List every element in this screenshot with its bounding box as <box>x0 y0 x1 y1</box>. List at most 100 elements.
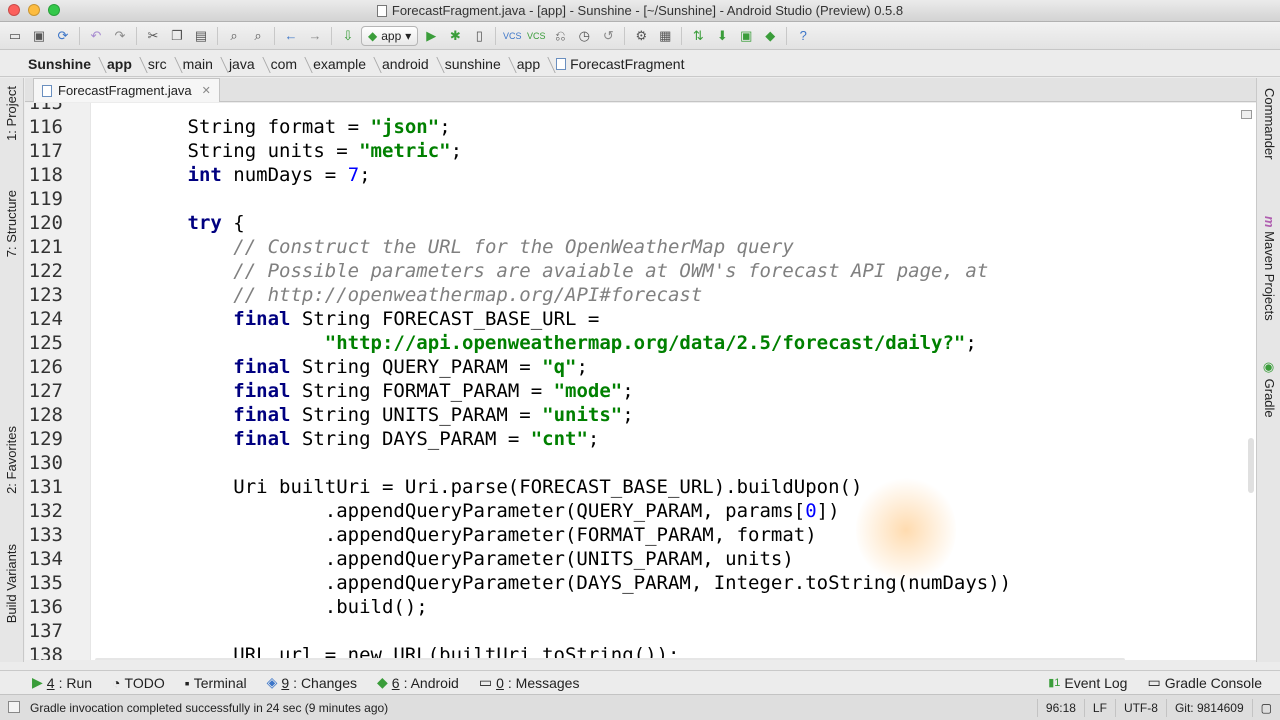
code-text[interactable]: int numDays = 7; <box>96 163 371 187</box>
back-icon[interactable]: ← <box>280 25 302 47</box>
code-line[interactable]: 126 final String QUERY_PARAM = "q"; <box>25 355 1256 379</box>
tab-build-variants[interactable]: Build Variants <box>4 544 19 623</box>
breadcrumb-item[interactable]: src <box>140 56 175 72</box>
vcs-branch[interactable]: Git: 9814609 <box>1165 699 1252 717</box>
code-line[interactable]: 137 <box>25 619 1256 643</box>
code-line[interactable]: 129 final String DAYS_PARAM = "cnt"; <box>25 427 1256 451</box>
project-structure-icon[interactable]: ▦ <box>654 25 676 47</box>
run-icon[interactable]: ▶ <box>420 25 442 47</box>
forward-icon[interactable]: → <box>304 25 326 47</box>
code-text[interactable]: .appendQueryParameter(QUERY_PARAM, param… <box>96 499 840 523</box>
breadcrumb-item[interactable]: app <box>99 56 140 72</box>
code-line[interactable]: 134 .appendQueryParameter(UNITS_PARAM, u… <box>25 547 1256 571</box>
code-line[interactable]: 135 .appendQueryParameter(DAYS_PARAM, In… <box>25 571 1256 595</box>
tab-forecast-fragment[interactable]: ForecastFragment.java ✕ <box>33 78 220 102</box>
tab-project[interactable]: 1: Project <box>4 86 19 141</box>
save-icon[interactable]: ▣ <box>28 25 50 47</box>
tab-commander[interactable]: Commander <box>1262 88 1277 160</box>
code-line[interactable]: 125 "http://api.openweathermap.org/data/… <box>25 331 1256 355</box>
lock-icon[interactable]: ▢ <box>1251 699 1280 717</box>
tab-gradle-console[interactable]: ▭ Gradle Console <box>1137 674 1272 691</box>
zoom-window-button[interactable] <box>48 4 60 16</box>
code-text[interactable]: final String DAYS_PARAM = "cnt"; <box>96 427 599 451</box>
help-icon[interactable]: ? <box>792 25 814 47</box>
settings-icon[interactable]: ⚙ <box>630 25 652 47</box>
debug-icon[interactable]: ✱ <box>444 25 466 47</box>
code-text[interactable]: String format = "json"; <box>96 115 451 139</box>
tab-android[interactable]: ◆ 6: Android <box>367 674 469 691</box>
close-icon[interactable]: ✕ <box>202 84 211 97</box>
tab-changes[interactable]: ◈ 9: Changes <box>257 674 367 691</box>
code-text[interactable]: try { <box>96 211 245 235</box>
tab-todo[interactable]: ◔ TODO <box>102 675 175 691</box>
tab-messages[interactable]: ▭ 0: Messages <box>469 674 590 691</box>
tab-maven-projects[interactable]: m Maven Projects <box>1262 216 1277 321</box>
code-line[interactable]: 122 // Possible parameters are avaiable … <box>25 259 1256 283</box>
breadcrumb-item[interactable]: ForecastFragment <box>548 56 692 72</box>
code-text[interactable]: .appendQueryParameter(UNITS_PARAM, units… <box>96 547 794 571</box>
code-text[interactable]: "http://api.openweathermap.org/data/2.5/… <box>96 331 977 355</box>
line-separator[interactable]: LF <box>1083 699 1115 717</box>
breadcrumb-item[interactable]: main <box>175 56 221 72</box>
breadcrumb-item[interactable]: app <box>509 56 548 72</box>
breadcrumb-item[interactable]: Sunshine <box>20 56 99 72</box>
code-line[interactable]: 118 int numDays = 7; <box>25 163 1256 187</box>
copy-icon[interactable]: ❐ <box>166 25 188 47</box>
breadcrumb-item[interactable]: com <box>263 56 305 72</box>
open-folder-icon[interactable]: ▭ <box>4 25 26 47</box>
code-line[interactable]: 132 .appendQueryParameter(QUERY_PARAM, p… <box>25 499 1256 523</box>
make-icon[interactable]: ⇩ <box>337 25 359 47</box>
code-line[interactable]: 130 <box>25 451 1256 475</box>
vcs-update-icon[interactable]: VCS <box>501 25 523 47</box>
cut-icon[interactable]: ✂ <box>142 25 164 47</box>
code-line[interactable]: 116 String format = "json"; <box>25 115 1256 139</box>
horizontal-scrollbar[interactable] <box>95 658 1125 660</box>
collapse-icon[interactable] <box>1241 110 1252 119</box>
android-monitor-icon[interactable]: ◆ <box>759 25 781 47</box>
code-text[interactable]: // Construct the URL for the OpenWeather… <box>96 235 794 259</box>
code-line[interactable]: 121 // Construct the URL for the OpenWea… <box>25 235 1256 259</box>
run-config-select[interactable]: ◆ app ▾ <box>361 25 419 46</box>
toggle-tool-windows-icon[interactable] <box>8 701 20 713</box>
tab-gradle[interactable]: ◉ Gradle <box>1262 360 1277 418</box>
code-line[interactable]: 128 final String UNITS_PARAM = "units"; <box>25 403 1256 427</box>
redo-icon[interactable]: ↷ <box>109 25 131 47</box>
code-line[interactable]: 136 .build(); <box>25 595 1256 619</box>
history-icon[interactable]: ◷ <box>573 25 595 47</box>
code-line[interactable]: 120 try { <box>25 211 1256 235</box>
breadcrumb-item[interactable]: java <box>221 56 263 72</box>
compare-icon[interactable]: ⎌ <box>549 25 571 47</box>
code-line[interactable]: 131 Uri builtUri = Uri.parse(FORECAST_BA… <box>25 475 1256 499</box>
vcs-commit-icon[interactable]: VCS <box>525 25 547 47</box>
sdk-manager-icon[interactable]: ⬇ <box>711 25 733 47</box>
code-text[interactable]: final String QUERY_PARAM = "q"; <box>96 355 588 379</box>
code-text[interactable]: .build(); <box>96 595 428 619</box>
code-line[interactable]: 117 String units = "metric"; <box>25 139 1256 163</box>
code-line[interactable]: 124 final String FORECAST_BASE_URL = <box>25 307 1256 331</box>
breadcrumb-item[interactable]: sunshine <box>437 56 509 72</box>
minimize-window-button[interactable] <box>28 4 40 16</box>
gradle-sync-icon[interactable]: ⇅ <box>687 25 709 47</box>
code-text[interactable]: .appendQueryParameter(FORMAT_PARAM, form… <box>96 523 817 547</box>
code-text[interactable]: String units = "metric"; <box>96 139 463 163</box>
code-text[interactable]: .appendQueryParameter(DAYS_PARAM, Intege… <box>96 571 1011 595</box>
code-line[interactable]: 119 <box>25 187 1256 211</box>
breadcrumb-item[interactable]: android <box>374 56 437 72</box>
tab-terminal[interactable]: ▪ Terminal <box>175 675 257 691</box>
code-line[interactable]: 115 <box>25 103 1256 115</box>
breadcrumb-item[interactable]: example <box>305 56 374 72</box>
file-encoding[interactable]: UTF-8 <box>1114 699 1166 717</box>
code-text[interactable]: Uri builtUri = Uri.parse(FORECAST_BASE_U… <box>96 475 862 499</box>
sync-icon[interactable]: ⟳ <box>52 25 74 47</box>
code-line[interactable]: 133 .appendQueryParameter(FORMAT_PARAM, … <box>25 523 1256 547</box>
tab-event-log[interactable]: ▮1 Event Log <box>1038 674 1137 691</box>
code-text[interactable]: final String FORECAST_BASE_URL = <box>96 307 599 331</box>
code-line[interactable]: 127 final String FORMAT_PARAM = "mode"; <box>25 379 1256 403</box>
vertical-scrollbar[interactable] <box>1248 438 1254 493</box>
code-editor[interactable]: 115 116 String format = "json"; 117 String… <box>25 103 1256 660</box>
replace-icon[interactable]: ⌕ <box>247 25 269 47</box>
tab-structure[interactable]: 7: Structure <box>4 190 19 257</box>
code-text[interactable]: final String FORMAT_PARAM = "mode"; <box>96 379 633 403</box>
close-window-button[interactable] <box>8 4 20 16</box>
code-text[interactable]: // http://openweathermap.org/API#forecas… <box>96 283 702 307</box>
